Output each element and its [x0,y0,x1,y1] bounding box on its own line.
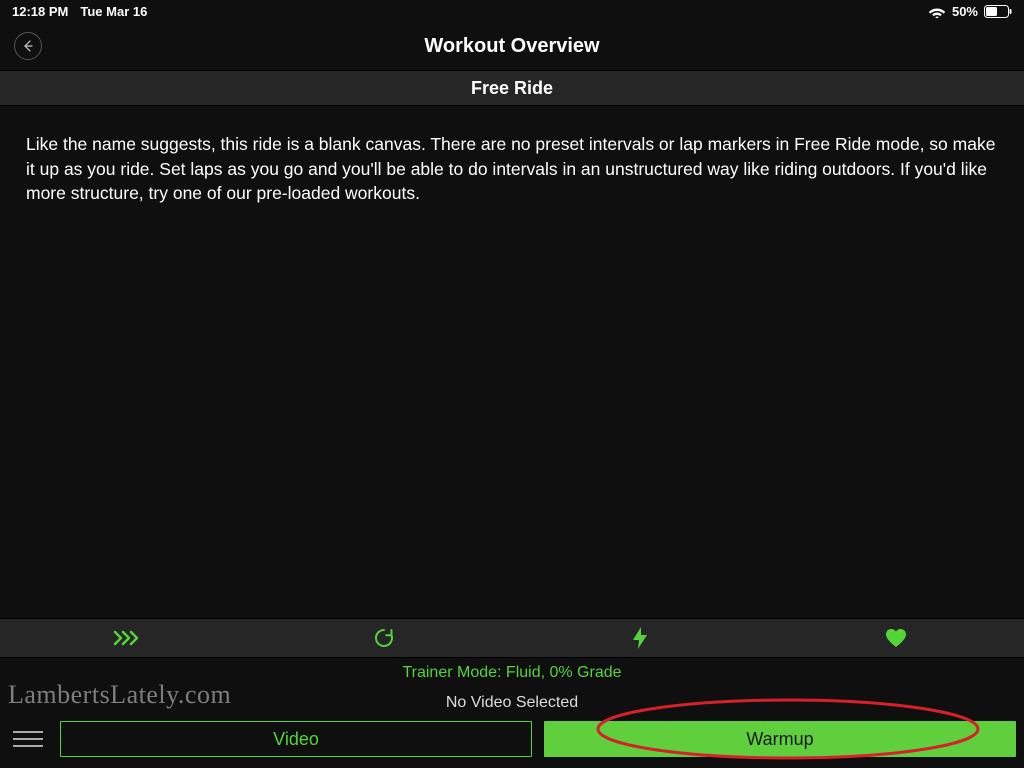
warmup-button-label: Warmup [746,729,813,750]
warmup-button[interactable]: Warmup [544,721,1016,757]
video-button[interactable]: Video [60,721,532,757]
page-title: Workout Overview [424,35,599,58]
heart-icon [884,627,908,649]
workout-description: Like the name suggests, this ride is a b… [0,106,1024,216]
menu-button[interactable] [8,731,48,747]
watermark-text: LambertsLately.com [8,680,231,710]
bolt-icon [631,626,649,650]
metric-tabbar [0,618,1024,658]
status-bar: 12:18 PM Tue Mar 16 50% [0,0,1024,22]
status-time: 12:18 PM [12,4,68,19]
tab-skip[interactable] [0,619,256,657]
skip-forward-icon [113,628,143,648]
tab-refresh[interactable] [256,619,512,657]
status-date: Tue Mar 16 [80,4,147,19]
battery-icon [984,5,1012,18]
hamburger-icon [13,731,43,733]
action-row: Video Warmup [0,718,1024,768]
wifi-icon [928,5,946,18]
status-battery-pct: 50% [952,4,978,19]
back-button[interactable] [14,32,42,60]
nav-header: Workout Overview [0,22,1024,70]
workout-name: Free Ride [471,78,553,99]
video-button-label: Video [273,729,319,750]
back-arrow-icon [21,39,35,53]
workout-name-bar: Free Ride [0,70,1024,106]
tab-power[interactable] [512,619,768,657]
refresh-icon [373,627,395,649]
tab-heart[interactable] [768,619,1024,657]
